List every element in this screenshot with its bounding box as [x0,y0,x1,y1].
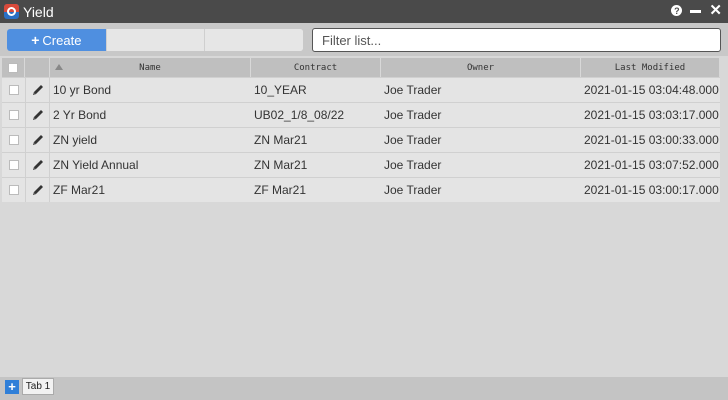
list-table: Name Contract Owner Last Modified 10 yr … [2,58,720,202]
column-header-last-modified[interactable]: Last Modified [581,58,720,77]
table-header: Name Contract Owner Last Modified [2,58,720,77]
cell-name: ZN Yield Annual [53,158,139,172]
minimize-icon[interactable] [690,10,702,13]
cell-name: ZN yield [53,133,98,147]
cell-last-modified: 2021-01-15 03:07:52.000 [584,158,719,172]
action-button-group: + Create [7,29,303,51]
cell-owner: Joe Trader [384,83,442,97]
toolbar-button-2[interactable] [105,29,205,51]
row-checkbox[interactable] [8,135,19,145]
select-all-cell [2,58,25,77]
cell-name: 10 yr Bond [53,83,112,97]
window-controls: ? ✕ [671,3,722,18]
edit-button[interactable] [25,103,50,127]
window-title: Yield [23,3,54,20]
table-body: 10 yr Bond 10_YEAR Joe Trader 2021-01-15 03… [2,77,720,202]
row-select-cell [2,78,25,102]
column-header-owner[interactable]: Owner [381,58,581,77]
cell-last-modified: 2021-01-15 03:03:17.000 [584,108,719,122]
cell-owner: Joe Trader [384,108,442,122]
toolbar-button-3[interactable] [204,29,303,51]
edit-column-header [25,58,50,77]
row-checkbox[interactable] [8,185,19,195]
row-select-cell [2,178,25,202]
table-row[interactable]: 2 Yr Bond UB02_1/8_08/22 Joe Trader 2021-01… [2,102,720,127]
column-header-name[interactable]: Name [50,58,251,77]
column-header-contract[interactable]: Contract [251,58,381,77]
row-select-cell [2,128,25,152]
create-button-label: Create [42,32,82,48]
cell-owner: Joe Trader [384,183,442,197]
edit-button[interactable] [25,178,50,202]
close-icon[interactable]: ✕ [709,3,722,18]
cell-contract: ZN Mar21 [254,158,308,172]
cell-owner: Joe Trader [384,133,442,147]
tab-bar: + Tab 1 [0,377,728,400]
table-row[interactable]: ZN yield ZN Mar21 Joe Trader 2021-01-15 03:… [2,127,720,152]
row-select-cell [2,103,25,127]
cell-contract: 10_YEAR [254,83,307,97]
help-icon[interactable]: ? [671,5,683,16]
add-tab-button[interactable]: + [5,380,19,394]
cell-contract: ZN Mar21 [254,133,308,147]
pencil-icon [32,160,43,170]
pencil-icon [32,110,43,120]
row-select-cell [2,153,25,177]
cell-last-modified: 2021-01-15 03:04:48.000 [584,83,719,97]
row-checkbox[interactable] [8,160,19,170]
table-row[interactable]: 10 yr Bond 10_YEAR Joe Trader 2021-01-15 03… [2,77,720,102]
cell-contract: UB02_1/8_08/22 [254,108,345,122]
row-checkbox[interactable] [8,85,19,95]
filter-input[interactable] [312,28,721,52]
sort-ascending-icon [55,64,63,70]
edit-button[interactable] [25,78,50,102]
pencil-icon [32,185,43,195]
table-row[interactable]: ZN Yield Annual ZN Mar21 Joe Trader 2021-01… [2,152,720,177]
pencil-icon [32,85,43,95]
edit-button[interactable] [25,128,50,152]
row-checkbox[interactable] [8,110,19,120]
tab-1[interactable]: Tab 1 [22,378,54,395]
plus-icon: + [8,379,16,394]
cell-contract: ZF Mar21 [254,183,307,197]
edit-button[interactable] [25,153,50,177]
plus-icon: + [31,32,40,48]
create-button[interactable]: + Create [7,29,106,51]
cell-last-modified: 2021-01-15 03:00:33.000 [584,133,719,147]
cell-name: 2 Yr Bond [53,108,107,122]
cell-last-modified: 2021-01-15 03:00:17.000 [584,183,719,197]
pencil-icon [32,135,43,145]
toolbar: + Create [0,23,728,56]
app-logo-icon [4,4,19,19]
table-row[interactable]: ZF Mar21 ZF Mar21 Joe Trader 2021-01-15 03:… [2,177,720,202]
select-all-checkbox[interactable] [8,62,18,73]
cell-owner: Joe Trader [384,158,442,172]
cell-name: ZF Mar21 [53,183,106,197]
title-bar: Yield ? ✕ [0,0,728,23]
